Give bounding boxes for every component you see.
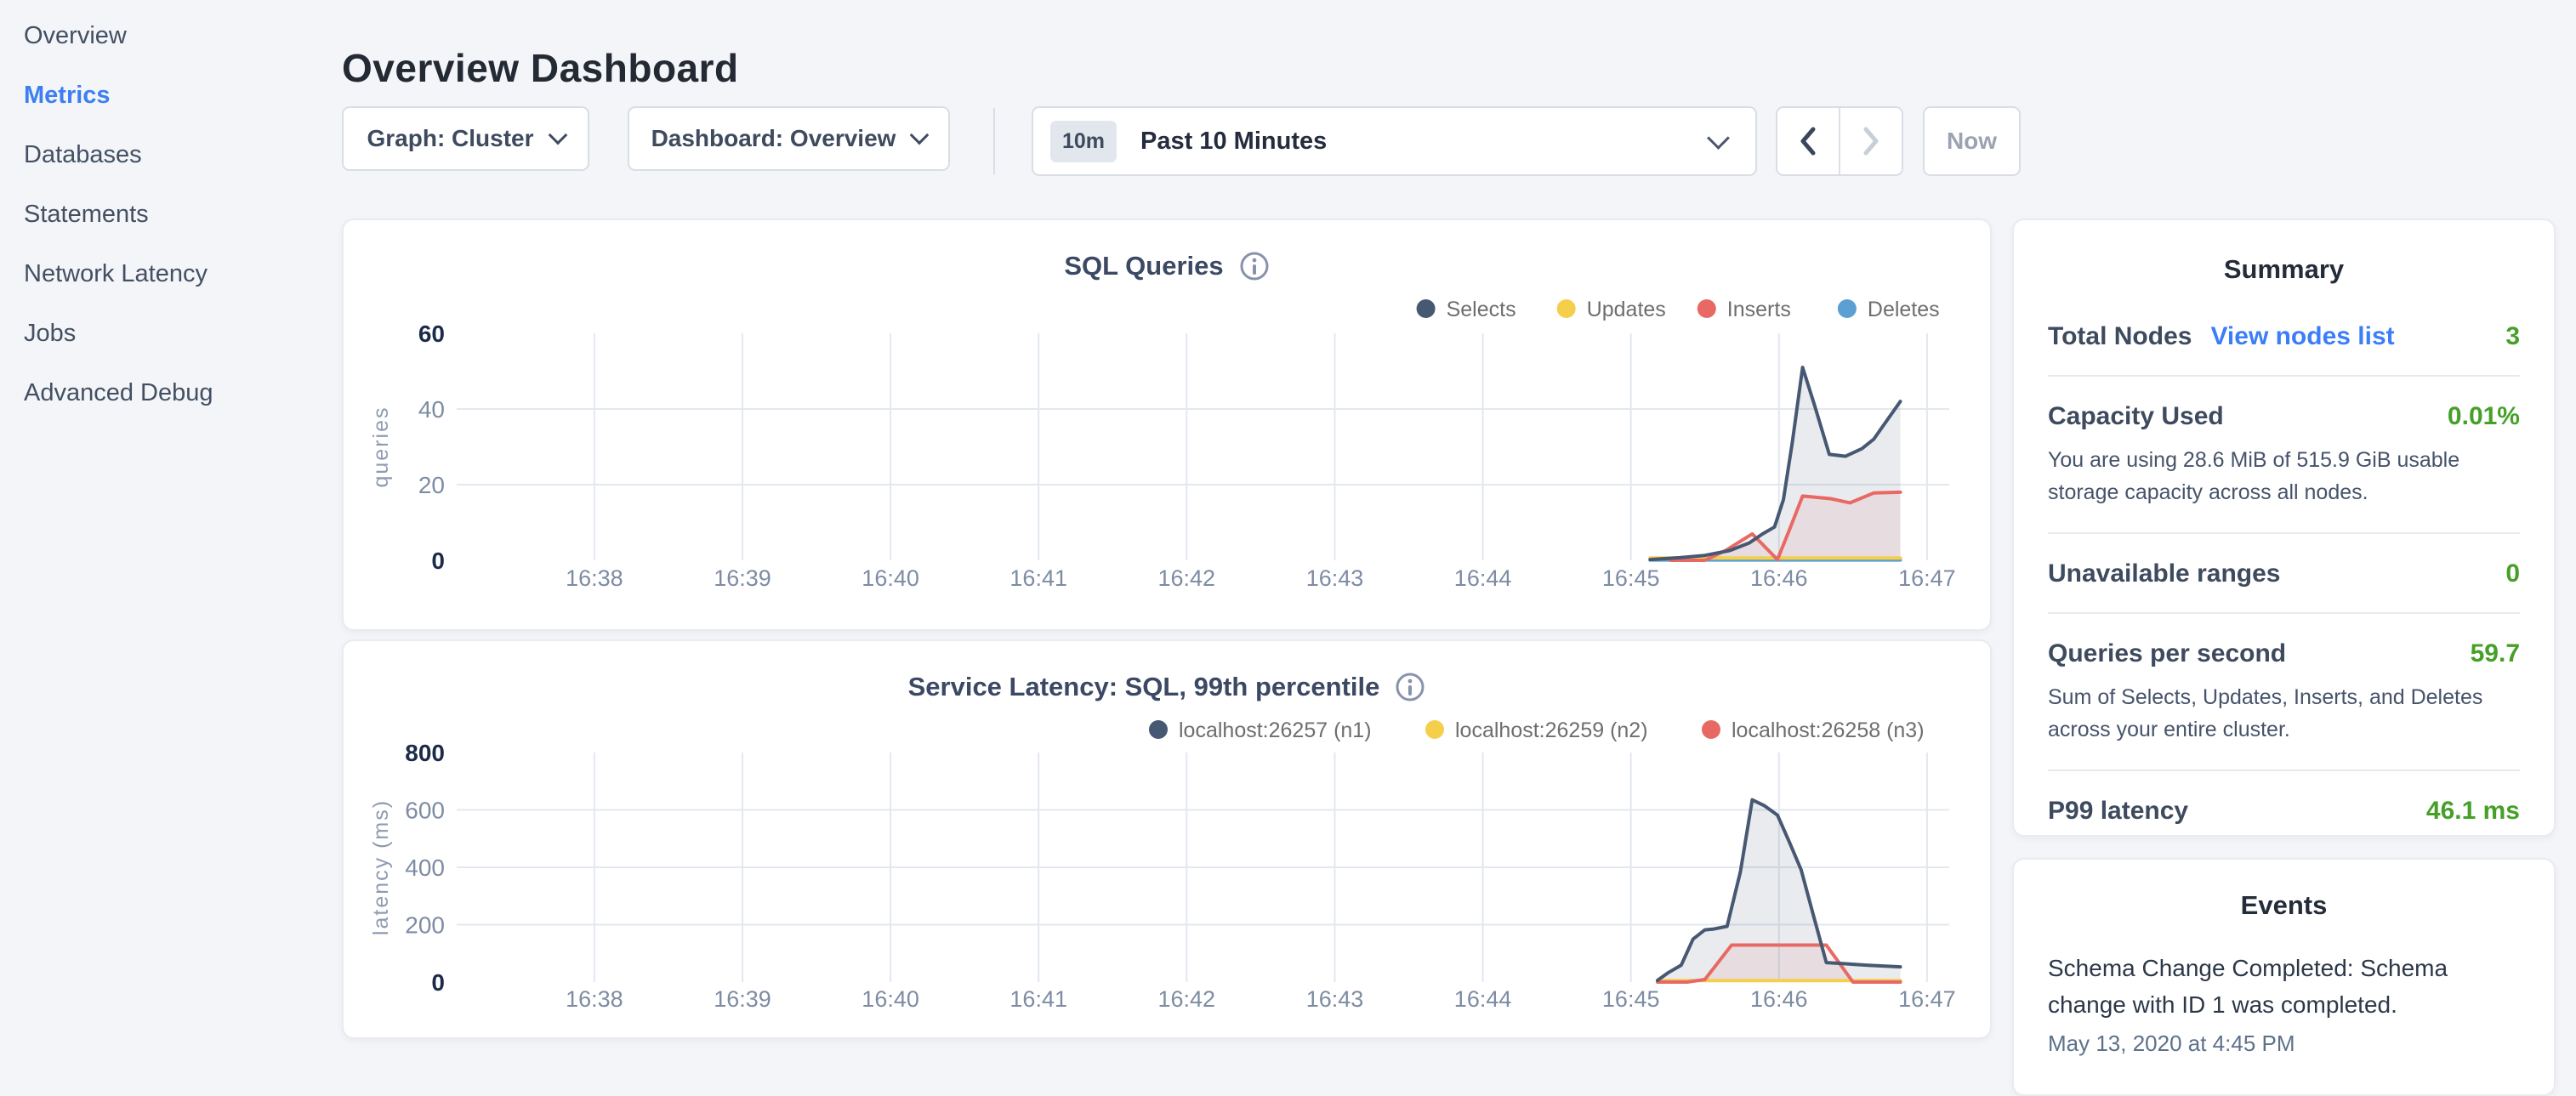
svg-text:16:41: 16:41 [1009, 565, 1067, 591]
svg-text:0: 0 [431, 548, 445, 574]
svg-text:16:47: 16:47 [1898, 565, 1956, 591]
sql-queries-chart-card: SQL Queries 0204060queries16:3816:3916:4… [342, 219, 1992, 631]
controls-divider [993, 108, 995, 174]
svg-text:0: 0 [431, 969, 445, 996]
svg-text:60: 60 [418, 321, 445, 347]
svg-text:16:46: 16:46 [1750, 565, 1808, 591]
svg-text:localhost:26257 (n1): localhost:26257 (n1) [1179, 718, 1372, 742]
summary-row-label: Queries per second [2048, 639, 2286, 668]
svg-text:latency (ms): latency (ms) [369, 799, 393, 935]
chevron-left-icon [1796, 122, 1820, 160]
view-nodes-list-link[interactable]: View nodes list [2210, 322, 2394, 351]
sidebar-item-statements[interactable]: Statements [24, 200, 340, 230]
chevron-down-icon [1707, 127, 1730, 150]
svg-text:Selects: Selects [1447, 298, 1516, 321]
graph-dropdown[interactable]: Graph: Cluster [342, 106, 589, 171]
svg-text:800: 800 [405, 740, 445, 766]
summary-row: Unavailable ranges 0 [2048, 534, 2520, 614]
sidebar-item-databases[interactable]: Databases [24, 140, 340, 170]
svg-text:Inserts: Inserts [1727, 298, 1791, 321]
svg-text:16:45: 16:45 [1602, 565, 1660, 591]
svg-text:queries: queries [369, 406, 393, 488]
svg-text:16:40: 16:40 [862, 986, 919, 1012]
time-range-badge: 10m [1050, 121, 1117, 162]
dashboard-dropdown-label: Dashboard: Overview [651, 125, 896, 152]
time-range-dropdown[interactable]: 10m Past 10 Minutes [1032, 106, 1757, 176]
svg-text:40: 40 [418, 396, 445, 423]
svg-text:200: 200 [405, 912, 445, 939]
summary-row-value: 59.7 [2471, 639, 2520, 668]
sql-queries-chart: 0 20 40 60 queries 16:38 16:39 16:40 16:41 16:42 1… [344, 220, 1990, 629]
svg-text:600: 600 [405, 798, 445, 824]
svg-text:Deletes: Deletes [1868, 298, 1940, 321]
graph-dropdown-label: Graph: Cluster [367, 125, 533, 152]
page-title: Overview Dashboard [342, 45, 739, 91]
svg-text:localhost:26258 (n3): localhost:26258 (n3) [1732, 718, 1925, 742]
chevron-right-icon [1859, 122, 1883, 160]
svg-text:16:40: 16:40 [862, 565, 919, 591]
sidebar-item-jobs[interactable]: Jobs [24, 319, 340, 349]
sidebar-item-network-latency[interactable]: Network Latency [24, 259, 340, 289]
svg-text:Updates: Updates [1587, 298, 1666, 321]
now-button-label: Now [1947, 128, 1997, 155]
summary-panel: Summary Total Nodes View nodes list 3 Capac… [2012, 219, 2556, 837]
dashboard-dropdown[interactable]: Dashboard: Overview [628, 106, 950, 171]
summary-row: Total Nodes View nodes list 3 [2048, 297, 2520, 377]
step-forward-button[interactable] [1839, 108, 1902, 174]
svg-text:20: 20 [418, 472, 445, 498]
sidebar: Overview Metrics Databases Statements Networ… [0, 0, 340, 1051]
svg-text:16:38: 16:38 [566, 565, 623, 591]
svg-text:16:44: 16:44 [1454, 986, 1512, 1012]
events-panel: Events Schema Change Completed: Schema c… [2012, 858, 2556, 1096]
svg-text:localhost:26259 (n2): localhost:26259 (n2) [1455, 718, 1648, 742]
summary-title: Summary [2048, 254, 2520, 285]
time-range-label: Past 10 Minutes [1140, 128, 1710, 156]
svg-text:16:45: 16:45 [1602, 986, 1660, 1012]
svg-text:16:43: 16:43 [1306, 565, 1364, 591]
summary-row-label: Unavailable ranges [2048, 559, 2280, 588]
event-message: Schema Change Completed: Schema change w… [2048, 950, 2465, 1024]
event-item: Schema Change Completed: Schema change w… [2048, 950, 2520, 1057]
svg-text:16:42: 16:42 [1158, 565, 1216, 591]
summary-row: Queries per second 59.7 Sum of Selects, Up… [2048, 614, 2520, 771]
events-title: Events [2048, 890, 2520, 921]
svg-text:16:44: 16:44 [1454, 565, 1512, 591]
svg-text:16:46: 16:46 [1750, 986, 1808, 1012]
sidebar-item-overview[interactable]: Overview [24, 21, 340, 51]
svg-text:16:42: 16:42 [1158, 986, 1216, 1012]
summary-row-value: 46.1 ms [2426, 797, 2520, 826]
step-back-button[interactable] [1777, 108, 1839, 174]
chevron-down-icon [910, 126, 930, 145]
summary-row-label: P99 latency [2048, 797, 2188, 826]
summary-row-label: Capacity Used [2048, 402, 2224, 431]
summary-row-label: Total Nodes [2048, 322, 2192, 351]
service-latency-chart-card: Service Latency: SQL, 99th percentile 02… [342, 639, 1992, 1039]
summary-row-value: 0.01% [2448, 402, 2520, 431]
sidebar-item-metrics[interactable]: Metrics [24, 81, 340, 111]
svg-text:16:47: 16:47 [1898, 986, 1956, 1012]
event-timestamp: May 13, 2020 at 4:45 PM [2048, 1031, 2520, 1057]
sidebar-item-advanced-debug[interactable]: Advanced Debug [24, 378, 340, 408]
time-step-buttons [1776, 106, 1903, 176]
summary-row: P99 latency 46.1 ms [2048, 771, 2520, 849]
service-latency-chart: 0 200 400 600 800 latency (ms) 16:38 16:39 16:40… [344, 641, 1990, 1037]
summary-row-description: You are using 28.6 MiB of 515.9 GiB usab… [2048, 445, 2497, 508]
cockroachdb-metrics-page: { "sidebar": { "items": [ {"label": "Ove… [0, 0, 2576, 1051]
svg-text:16:39: 16:39 [714, 986, 771, 1012]
summary-row-description: Sum of Selects, Updates, Inserts, and De… [2048, 682, 2497, 746]
chevron-down-icon [548, 126, 567, 145]
svg-text:16:39: 16:39 [714, 565, 771, 591]
svg-text:400: 400 [405, 855, 445, 881]
svg-text:16:38: 16:38 [566, 986, 623, 1012]
svg-text:16:41: 16:41 [1009, 986, 1067, 1012]
svg-text:16:43: 16:43 [1306, 986, 1364, 1012]
now-button[interactable]: Now [1923, 106, 2021, 176]
summary-row: Capacity Used 0.01% You are using 28.6 MiB… [2048, 377, 2520, 534]
summary-row-value: 0 [2505, 559, 2520, 588]
summary-row-value: 3 [2505, 322, 2520, 351]
